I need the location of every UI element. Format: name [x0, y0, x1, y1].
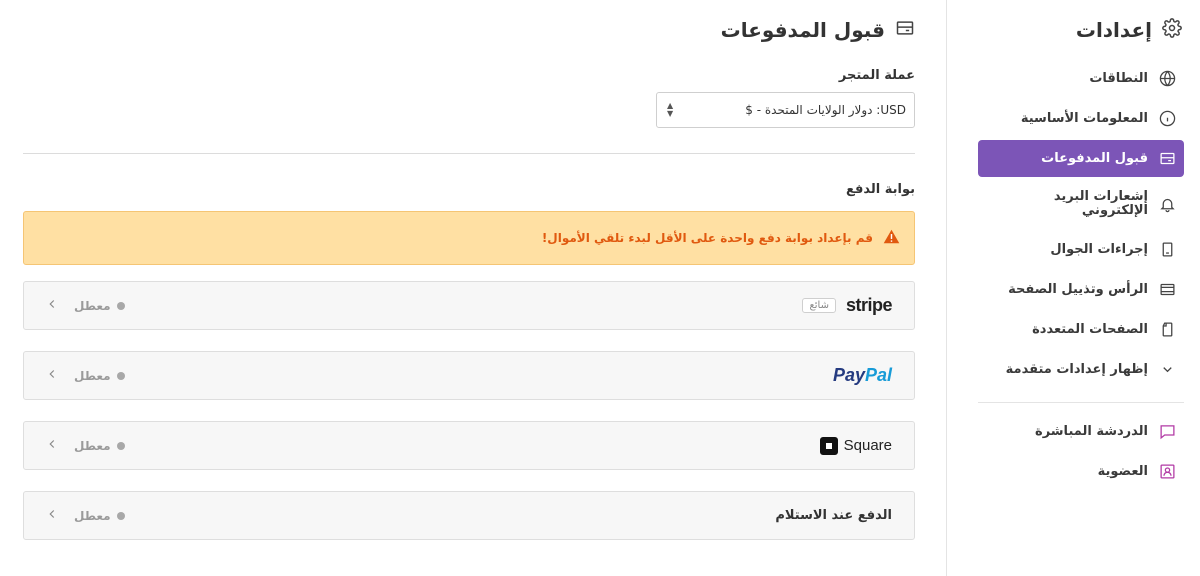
mobile-icon: [1158, 241, 1176, 259]
gateway-controls: معطل: [42, 506, 125, 525]
nav-item-label: الدردشة المباشرة: [1035, 423, 1148, 439]
section-divider: [23, 153, 915, 154]
sidebar-title-label: إعدادات: [1075, 18, 1152, 42]
warning-icon: [883, 229, 900, 247]
globe-icon: [1158, 70, 1176, 88]
payment-card-icon: [1158, 150, 1176, 168]
currency-select-value: USD: دولار الولايات المتحدة - $: [745, 103, 906, 117]
layout-icon: [1158, 281, 1176, 299]
gateway-brand: stripe شائع: [802, 295, 893, 316]
warning-banner: قم بإعداد بوابة دفع واحدة على الأقل لبدء…: [23, 211, 915, 265]
sidebar-title: إعدادات: [1076, 18, 1182, 42]
payment-card-icon: [895, 18, 915, 42]
settings-sidebar: إعدادات النطاقات المعلومات الأساسية قبول…: [946, 0, 1200, 576]
currency-select[interactable]: USD: دولار الولايات المتحدة - $ ▲ ▼: [656, 92, 915, 128]
gateway-controls: معطل: [42, 366, 125, 385]
gateway-controls: معطل: [42, 296, 125, 315]
status-badge: معطل: [74, 439, 125, 453]
nav-item-domains[interactable]: النطاقات: [978, 60, 1184, 97]
status-text: معطل: [74, 508, 111, 523]
nav-item-label: قبول المدفوعات: [1041, 150, 1148, 166]
bell-icon: [1158, 195, 1176, 213]
gateway-brand: الدفع عند الاستلام: [775, 508, 892, 523]
chevron-left-icon[interactable]: [42, 506, 62, 525]
chevron-left-icon[interactable]: [42, 296, 62, 315]
gateway-row-paypal[interactable]: PayPal معطل: [23, 351, 915, 400]
nav-item-label: العضوية: [1097, 463, 1148, 479]
settings-nav: النطاقات المعلومات الأساسية قبول المدفوع…: [978, 60, 1184, 493]
gateway-row-square[interactable]: Square معطل: [23, 421, 915, 470]
nav-divider: [978, 402, 1184, 403]
nav-item-membership[interactable]: العضوية: [978, 453, 1184, 490]
status-text: معطل: [74, 298, 111, 313]
square-logo: Square: [819, 436, 892, 455]
nav-item-label: الصفحات المتعددة: [1032, 321, 1148, 337]
info-icon: [1158, 110, 1176, 128]
status-text: معطل: [74, 368, 111, 383]
main-content: قبول المدفوعات عملة المتجر USD: دولار ال…: [23, 0, 915, 576]
status-dot: [116, 511, 125, 520]
nav-item-label: إظهار إعدادات متقدمة: [1005, 361, 1148, 377]
member-icon: [1158, 463, 1176, 481]
chat-icon: [1158, 423, 1176, 441]
nav-item-live-chat[interactable]: الدردشة المباشرة: [978, 413, 1184, 450]
stripe-logo: stripe: [845, 295, 893, 315]
nav-item-accept-payments[interactable]: قبول المدفوعات: [978, 140, 1184, 177]
payment-gateway-label: بوابة الدفع: [845, 182, 915, 197]
status-dot: [116, 371, 125, 380]
gateway-row-stripe[interactable]: stripe شائع معطل: [23, 281, 915, 330]
page-title: قبول المدفوعات: [721, 18, 915, 42]
nav-item-multiple-pages[interactable]: الصفحات المتعددة: [978, 311, 1184, 348]
warning-text: قم بإعداد بوابة دفع واحدة على الأقل لبدء…: [541, 231, 873, 245]
paypal-logo: PayPal: [832, 365, 892, 385]
select-arrows-icon: ▲ ▼: [667, 101, 674, 118]
gateway-row-cash-on-delivery[interactable]: الدفع عند الاستلام معطل: [23, 491, 915, 540]
nav-item-mobile-actions[interactable]: إجراءات الجوال: [978, 231, 1184, 268]
gateway-brand: PayPal: [833, 365, 892, 386]
status-text: معطل: [74, 438, 111, 453]
status-badge: معطل: [74, 369, 125, 383]
square-icon: [819, 436, 838, 455]
status-dot: [116, 301, 125, 310]
chevron-left-icon[interactable]: [42, 366, 62, 385]
status-badge: معطل: [74, 509, 125, 523]
chevron-left-icon[interactable]: [42, 436, 62, 455]
nav-item-label: الرأس وتذييل الصفحة: [1008, 281, 1148, 297]
status-dot: [116, 441, 125, 450]
popular-badge: شائع: [802, 298, 836, 313]
nav-item-label: إجراءات الجوال: [1050, 241, 1148, 257]
nav-item-email-notifications[interactable]: إشعارات البريد الإلكتروني: [978, 180, 1184, 228]
currency-label: عملة المتجر: [838, 68, 915, 83]
cash-on-delivery-label: الدفع عند الاستلام: [775, 508, 892, 523]
nav-item-show-advanced[interactable]: إظهار إعدادات متقدمة: [978, 351, 1184, 388]
nav-item-label: إشعارات البريد الإلكتروني: [1053, 189, 1148, 218]
page-title-label: قبول المدفوعات: [720, 18, 885, 42]
nav-item-header-footer[interactable]: الرأس وتذييل الصفحة: [978, 271, 1184, 308]
square-logo-text: Square: [843, 437, 892, 454]
nav-item-label: النطاقات: [1089, 70, 1148, 86]
status-badge: معطل: [74, 299, 125, 313]
gear-icon: [1162, 18, 1182, 42]
nav-item-basic-info[interactable]: المعلومات الأساسية: [978, 100, 1184, 137]
chevron-down-icon: [1158, 361, 1176, 379]
nav-item-label: المعلومات الأساسية: [1020, 110, 1148, 126]
gateway-controls: معطل: [42, 436, 125, 455]
pages-icon: [1158, 321, 1176, 339]
gateway-brand: Square: [819, 436, 892, 455]
